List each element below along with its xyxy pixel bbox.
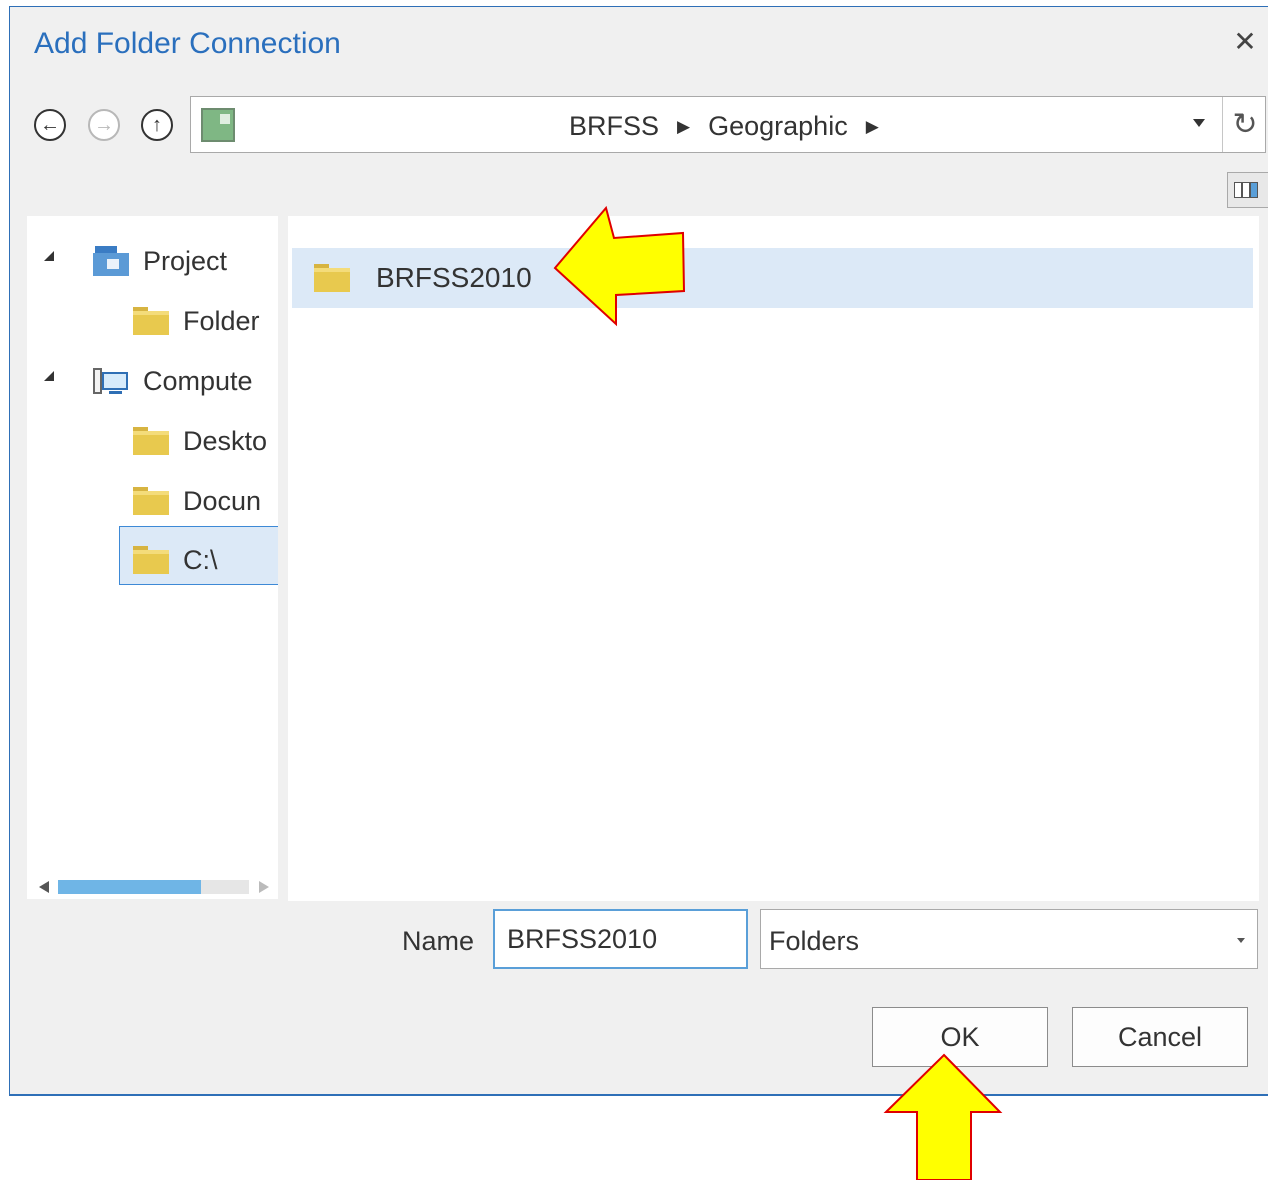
callout-arrow-up-icon — [883, 1053, 1003, 1180]
callout-arrow-left-icon — [553, 205, 686, 327]
annotation-arrows — [553, 205, 1003, 1180]
